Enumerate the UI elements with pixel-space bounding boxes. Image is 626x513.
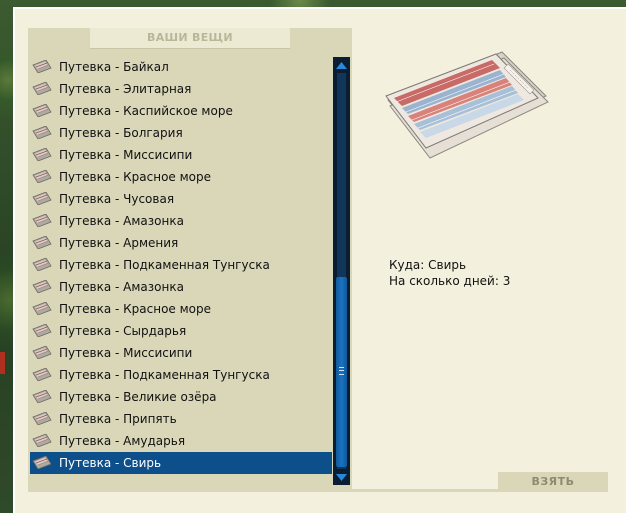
ticket-icon <box>32 192 52 205</box>
list-item[interactable]: Путевка - Амударья <box>30 430 332 452</box>
ticket-booklet-icon <box>385 51 549 159</box>
ticket-icon <box>32 258 52 271</box>
items-panel-title: ВАШИ ВЕЩИ <box>90 28 290 49</box>
list-item-label: Путевка - Свирь <box>59 456 162 470</box>
list-item-label: Путевка - Миссисипи <box>59 148 193 162</box>
list-item[interactable]: Путевка - Болгария <box>30 122 332 144</box>
ticket-icon <box>32 214 52 227</box>
ticket-icon <box>32 368 52 381</box>
list-item[interactable]: Путевка - Подкаменная Тунгуска <box>30 254 332 276</box>
list-item[interactable]: Путевка - Свирь <box>30 452 332 474</box>
panel-divider <box>28 489 498 492</box>
ticket-icon <box>32 60 52 73</box>
item-details: Куда: Свирь На сколько дней: 3 <box>389 257 510 289</box>
list-item-label: Путевка - Подкаменная Тунгуска <box>59 368 270 382</box>
ticket-icon <box>32 170 52 183</box>
destination-value: Свирь <box>428 258 467 272</box>
ticket-icon <box>32 324 52 337</box>
take-button[interactable]: ВЗЯТЬ <box>498 472 608 492</box>
list-item[interactable]: Путевка - Чусовая <box>30 188 332 210</box>
arrow-up-icon <box>336 61 347 69</box>
list-item-label: Путевка - Каспийское море <box>59 104 233 118</box>
arrow-down-icon <box>336 473 347 481</box>
ticket-icon <box>32 104 52 117</box>
destination-row: Куда: Свирь <box>389 257 510 273</box>
scroll-up-button[interactable] <box>334 58 349 72</box>
list-item[interactable]: Путевка - Миссисипи <box>30 144 332 166</box>
ticket-icon <box>32 82 52 95</box>
list-item-label: Путевка - Сырдарья <box>59 324 187 338</box>
list-item-label: Путевка - Подкаменная Тунгуска <box>59 258 270 272</box>
list-item-label: Путевка - Амударья <box>59 434 186 448</box>
list-item-label: Путевка - Припять <box>59 412 177 426</box>
destination-label: Куда: <box>389 258 425 272</box>
list-item[interactable]: Путевка - Красное море <box>30 166 332 188</box>
scroll-thumb[interactable] <box>336 277 347 467</box>
list-item[interactable]: Путевка - Амазонка <box>30 210 332 232</box>
list-item[interactable]: Путевка - Армения <box>30 232 332 254</box>
list-item[interactable]: Путевка - Подкаменная Тунгуска <box>30 364 332 386</box>
list-item[interactable]: Путевка - Припять <box>30 408 332 430</box>
ticket-icon <box>32 456 52 469</box>
list-item-label: Путевка - Элитарная <box>59 82 192 96</box>
thumb-grip-icon <box>339 367 344 375</box>
ticket-icon <box>32 434 52 447</box>
list-item-label: Путевка - Амазонка <box>59 280 184 294</box>
list-item[interactable]: Путевка - Красное море <box>30 298 332 320</box>
ticket-icon <box>32 280 52 293</box>
list-item[interactable]: Путевка - Сырдарья <box>30 320 332 342</box>
background-object <box>0 352 5 374</box>
list-item-label: Путевка - Великие озёра <box>59 390 217 404</box>
ticket-icon <box>32 148 52 161</box>
list-item[interactable]: Путевка - Каспийское море <box>30 100 332 122</box>
list-item-label: Путевка - Красное море <box>59 170 211 184</box>
ticket-icon <box>32 412 52 425</box>
list-item-label: Путевка - Амазонка <box>59 214 184 228</box>
list-item-label: Путевка - Миссисипи <box>59 346 193 360</box>
list-item[interactable]: Путевка - Великие озёра <box>30 386 332 408</box>
list-item-label: Путевка - Красное море <box>59 302 211 316</box>
list-item[interactable]: Путевка - Миссисипи <box>30 342 332 364</box>
list-item[interactable]: Путевка - Элитарная <box>30 78 332 100</box>
days-row: На сколько дней: 3 <box>389 273 510 289</box>
list-scrollbar[interactable] <box>333 57 350 485</box>
scroll-down-button[interactable] <box>334 470 349 484</box>
list-item-label: Путевка - Болгария <box>59 126 183 140</box>
list-item[interactable]: Путевка - Амазонка <box>30 276 332 298</box>
ticket-icon <box>32 126 52 139</box>
list-item-label: Путевка - Чусовая <box>59 192 175 206</box>
items-list: Путевка - Байкал Путевка - Элитарная Пут… <box>30 56 332 476</box>
ticket-icon <box>32 302 52 315</box>
ticket-icon <box>32 390 52 403</box>
days-value: 3 <box>502 274 511 288</box>
list-item-label: Путевка - Байкал <box>59 60 169 74</box>
ticket-icon <box>32 346 52 359</box>
ticket-icon <box>32 236 52 249</box>
list-item-label: Путевка - Армения <box>59 236 179 250</box>
days-label: На сколько дней: <box>389 274 499 288</box>
list-item[interactable]: Путевка - Байкал <box>30 56 332 78</box>
